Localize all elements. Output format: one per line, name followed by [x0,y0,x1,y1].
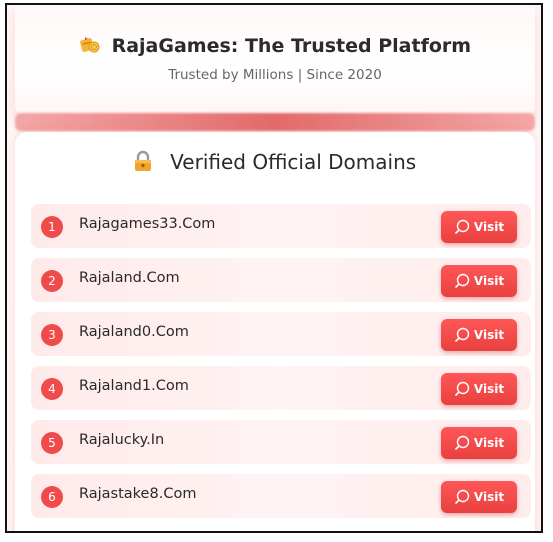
page-frame: RajaGames: The Trusted Platform Trusted … [5,3,543,533]
search-icon [454,273,470,289]
search-icon [454,435,470,451]
number-badge: 5 [41,432,63,454]
visit-button[interactable]: Visit [441,481,517,513]
number-badge: 1 [41,216,63,238]
domain-row: 2 Rajaland.Com Visit [31,258,531,302]
section-title: Verified Official Domains [170,150,417,174]
domain-list: 1 Rajagames33.Com Visit 2 Rajaland.Com V… [31,204,531,528]
search-icon [454,489,470,505]
page-title-row: RajaGames: The Trusted Platform [15,35,535,60]
visit-button[interactable]: Visit [441,211,517,243]
visit-button-label: Visit [473,328,505,342]
visit-button-label: Visit [473,436,505,450]
visit-button-label: Visit [473,490,505,504]
section-title-row: Verified Official Domains [15,150,535,177]
visit-button-label: Visit [473,274,505,288]
domain-name: Rajalucky.In [79,432,165,448]
decorative-divider [15,113,535,131]
coins-gift-icon [79,35,101,60]
visit-button[interactable]: Visit [441,265,517,297]
domain-name: Rajaland.Com [79,270,180,286]
search-icon [454,219,470,235]
page-subtitle: Trusted by Millions | Since 2020 [168,67,382,83]
header-card: RajaGames: The Trusted Platform Trusted … [15,5,535,117]
domain-row: 4 Rajaland1.Com Visit [31,366,531,410]
number-badge: 3 [41,324,63,346]
visit-button[interactable]: Visit [441,373,517,405]
search-icon [454,381,470,397]
visit-button-label: Visit [473,220,505,234]
page-title: RajaGames: The Trusted Platform [111,35,472,57]
domain-row: 5 Rajalucky.In Visit [31,420,531,464]
domain-name: Rajagames33.Com [79,216,216,232]
domain-name: Rajastake8.Com [79,486,197,502]
number-badge: 4 [41,378,63,400]
domain-name: Rajaland1.Com [79,378,189,394]
lock-icon [134,150,152,177]
domain-name: Rajaland0.Com [79,324,189,340]
domain-row: 6 Rajastake8.Com Visit [31,474,531,518]
search-icon [454,327,470,343]
domain-row: 3 Rajaland0.Com Visit [31,312,531,356]
visit-button-label: Visit [473,382,505,396]
domain-row: 1 Rajagames33.Com Visit [31,204,531,248]
domains-card: Verified Official Domains 1 Rajagames33.… [15,132,535,531]
visit-button[interactable]: Visit [441,319,517,351]
number-badge: 2 [41,270,63,292]
number-badge: 6 [41,486,63,508]
visit-button[interactable]: Visit [441,427,517,459]
